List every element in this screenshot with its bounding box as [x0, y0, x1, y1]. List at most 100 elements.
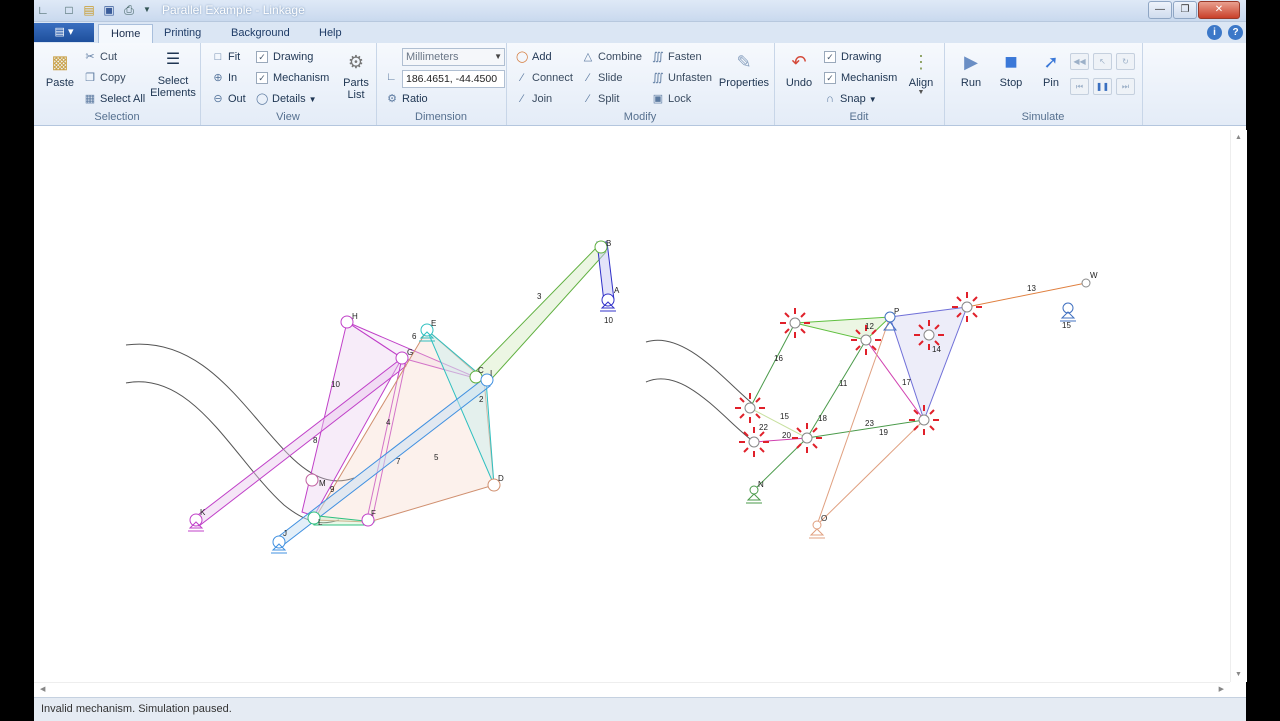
joint-a[interactable] — [601, 293, 615, 307]
details-dropdown[interactable]: ◯ Details ▼ — [256, 91, 317, 107]
cut-button[interactable]: ✂ Cut — [84, 49, 117, 65]
joint-label-l: L — [318, 518, 323, 527]
link-18[interactable] — [816, 316, 891, 526]
edit-drawing-checkbox[interactable]: ✓ Drawing — [824, 49, 881, 65]
save-icon[interactable]: ▣ — [102, 3, 116, 17]
tab-background[interactable]: Background — [219, 24, 302, 43]
tab-printing[interactable]: Printing — [152, 24, 213, 43]
zoom-in-button[interactable]: ⊕ In — [212, 70, 237, 86]
joint-w[interactable] — [1081, 278, 1091, 288]
print-icon[interactable]: ⎙ — [122, 3, 136, 17]
maximize-button[interactable]: ❐ — [1173, 1, 1197, 19]
joint-right-8[interactable] — [918, 414, 930, 426]
coordinates-field[interactable]: 186.4651, -44.4500 — [402, 70, 505, 88]
run-button[interactable]: ▶ Run — [954, 49, 988, 89]
link-16[interactable] — [749, 322, 796, 409]
application-menu-button[interactable]: ▤ ▾ — [34, 23, 94, 42]
link-label-15: 15 — [780, 412, 789, 421]
drawing-canvas[interactable]: H E G C I B A 10 K M L J F D 6 10 8 4 7 … — [34, 67, 1230, 682]
close-button[interactable]: ✕ — [1198, 1, 1240, 19]
parts-list-button[interactable]: ⚙ Parts List — [338, 49, 374, 101]
dimension-group-label: Dimension — [415, 111, 467, 123]
mechanism-drawing[interactable]: H E G C I B A 10 K M L J F D 6 10 8 4 7 … — [34, 67, 1230, 682]
edit-mechanism-checkbox[interactable]: ✓ Mechanism — [824, 70, 897, 86]
vertical-scrollbar[interactable]: ▲ ▼ — [1230, 130, 1247, 682]
link-label-18: 18 — [818, 414, 827, 423]
scroll-right-icon[interactable]: ▶ — [1219, 685, 1224, 693]
ratio-button[interactable]: ⚙ Ratio — [386, 91, 428, 107]
reset-icon[interactable]: ↻ — [1116, 53, 1135, 70]
right-mechanism[interactable]: P W N O 12 13 14 16 11 17 15 18 22 20 23… — [645, 271, 1098, 539]
units-select[interactable]: Millimeters ▼ — [402, 48, 505, 66]
joint-o[interactable] — [812, 520, 822, 530]
joint-right-5[interactable] — [744, 402, 756, 414]
paste-button[interactable]: ▩ Paste — [42, 49, 78, 89]
joint-right-7[interactable] — [801, 432, 813, 444]
quick-access-dropdown-icon[interactable]: ▼ — [140, 3, 154, 17]
joint-m[interactable] — [305, 473, 319, 487]
joint-right-4[interactable] — [923, 329, 935, 341]
align-button[interactable]: ⋮ Align ▼ — [904, 49, 938, 96]
zoom-out-button[interactable]: ⊖ Out — [212, 91, 245, 107]
fit-button[interactable]: □ Fit — [212, 49, 241, 65]
joint-right-1[interactable] — [789, 317, 801, 329]
tab-home[interactable]: Home — [98, 24, 154, 44]
undo-button[interactable]: ↶ Undo — [782, 49, 816, 89]
minimize-button[interactable]: — — [1148, 1, 1172, 19]
info-icon[interactable]: i — [1207, 25, 1222, 40]
run-label: Run — [960, 77, 982, 89]
tab-help[interactable]: Help — [307, 24, 354, 43]
pin-button[interactable]: ➚ Pin — [1034, 49, 1068, 89]
stop-button[interactable]: ■ Stop — [994, 49, 1028, 89]
copy-button[interactable]: ❐ Copy — [84, 70, 126, 86]
parts-list-label: Parts List — [343, 77, 369, 101]
help-icon[interactable]: ? — [1228, 25, 1243, 40]
joint-right-6[interactable] — [748, 436, 760, 448]
link-label-22: 22 — [759, 423, 768, 432]
combine-button[interactable]: △ Combine — [582, 49, 642, 65]
lock-button[interactable]: ▣ Lock — [652, 91, 691, 107]
cursor-icon[interactable]: ↖ — [1093, 53, 1112, 70]
properties-icon: ✎ — [736, 52, 752, 72]
selection-group: ▩ Paste ✂ Cut ❐ Copy ▦ Select All ☰ Select … — [34, 43, 201, 125]
view-drawing-checkbox[interactable]: ✓ Drawing — [256, 49, 313, 65]
ratio-label: Ratio — [402, 93, 428, 105]
step-backward-icon[interactable]: ◀◀ — [1070, 53, 1089, 70]
slide-button[interactable]: ∕ Slide — [582, 70, 622, 86]
add-button[interactable]: ◯ Add — [516, 49, 552, 65]
modify-group: ◯ Add ∕ Connect ∕ Join △ Combine ∕ Slide ∕ Spl… — [506, 43, 775, 125]
split-button[interactable]: ∕ Split — [582, 91, 619, 107]
properties-button[interactable]: ✎ Properties — [716, 49, 772, 89]
join-button[interactable]: ∕ Join — [516, 91, 552, 107]
view-mechanism-checkbox[interactable]: ✓ Mechanism — [256, 70, 329, 86]
check-icon: ✓ — [256, 72, 268, 84]
scroll-down-icon[interactable]: ▼ — [1235, 671, 1242, 678]
pause-icon[interactable]: ❚❚ — [1093, 78, 1112, 95]
link-23[interactable] — [816, 419, 925, 526]
slide-icon: ∕ — [587, 72, 589, 84]
joint-right-2[interactable] — [860, 334, 872, 346]
joint-n[interactable] — [749, 485, 759, 495]
horizontal-scrollbar[interactable]: ◀ ▶ — [34, 682, 1230, 697]
scroll-up-icon[interactable]: ▲ — [1235, 134, 1242, 141]
fasten-button[interactable]: ∭ Fasten — [652, 49, 701, 65]
link-3[interactable] — [473, 243, 607, 386]
rewind-icon[interactable]: ⏮ — [1070, 78, 1089, 95]
joint-right-3[interactable] — [961, 301, 973, 313]
select-elements-button[interactable]: ☰ Select Elements — [150, 47, 196, 99]
scroll-left-icon[interactable]: ◀ — [40, 685, 45, 693]
select-elements-icon: ☰ — [165, 51, 181, 68]
fast-forward-icon[interactable]: ⏭ — [1116, 78, 1135, 95]
open-folder-icon[interactable]: ▤ — [82, 3, 96, 17]
connect-button[interactable]: ∕ Connect — [516, 70, 573, 86]
snap-dropdown[interactable]: ∩ Snap ▼ — [824, 91, 877, 107]
link-12[interactable] — [794, 316, 892, 341]
select-all-button[interactable]: ▦ Select All — [84, 91, 145, 107]
unfasten-button[interactable]: ∭ Unfasten — [652, 70, 712, 86]
add-icon: ◯ — [516, 51, 529, 63]
link-label-19: 19 — [879, 428, 888, 437]
new-file-icon[interactable]: □ — [62, 3, 76, 17]
link-11[interactable] — [806, 339, 867, 439]
link-22[interactable] — [753, 437, 808, 443]
left-mechanism[interactable]: H E G C I B A 10 K M L J F D 6 10 8 4 7 … — [125, 239, 620, 554]
